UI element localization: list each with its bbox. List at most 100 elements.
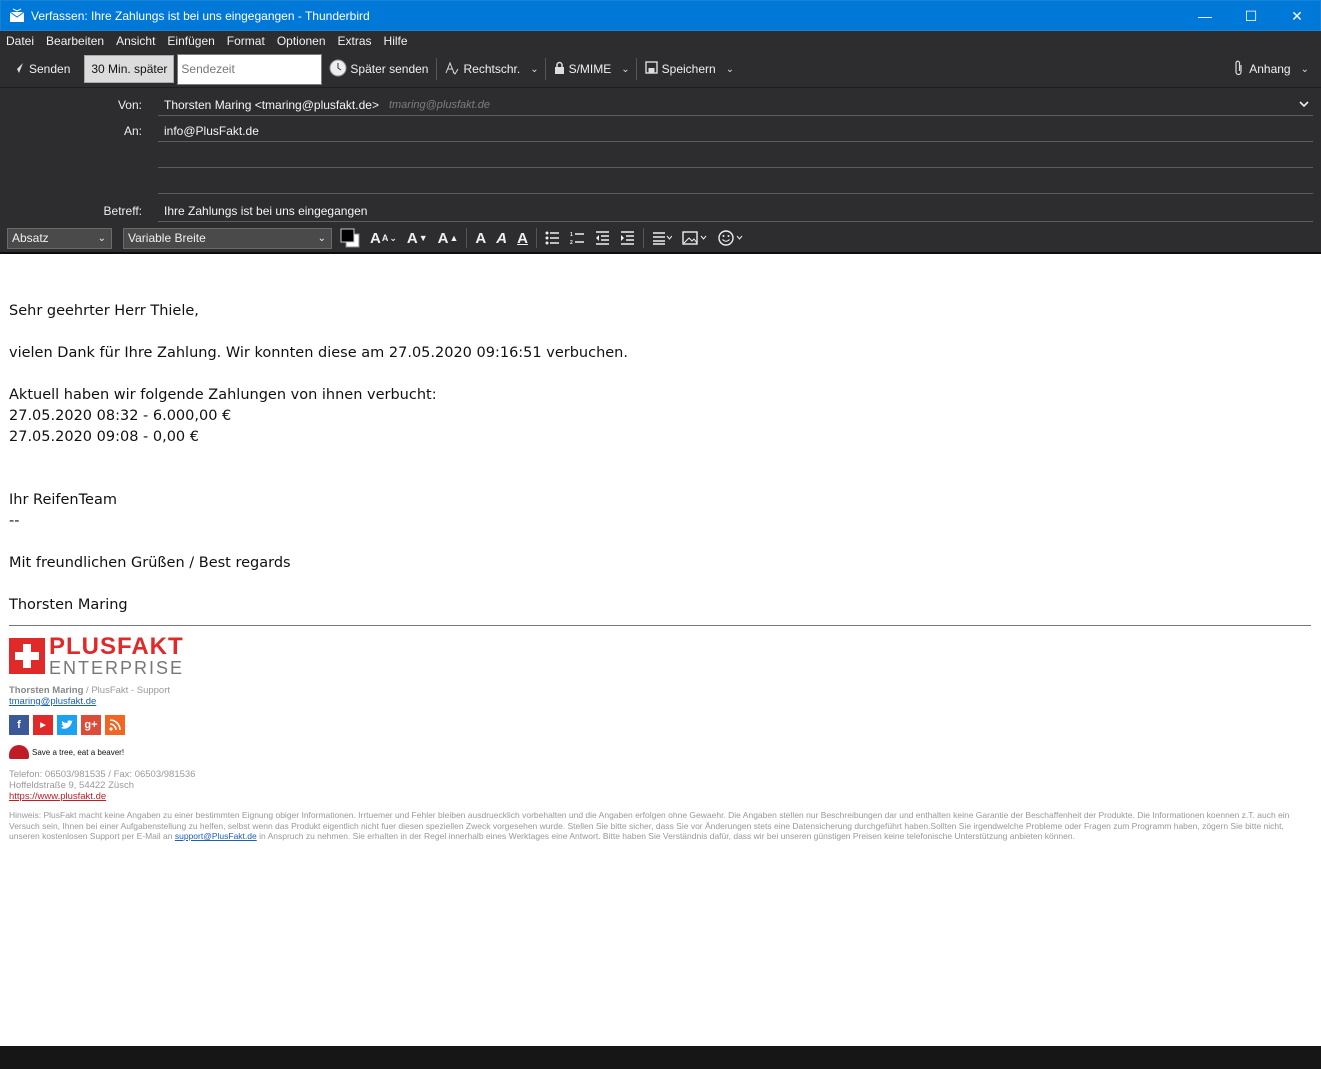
to-label: An: (123, 124, 142, 138)
current-payments-text: Aktuell haben wir folgende Zahlungen von… (9, 387, 437, 403)
attach-button[interactable]: Anhang (1228, 54, 1296, 84)
support-email-link[interactable]: support@PlusFakt.de (175, 831, 257, 841)
subject-row: Betreff: Ihre Zahlungs ist bei uns einge… (0, 200, 1321, 222)
insert-image-icon[interactable] (682, 231, 708, 245)
to-value: info@PlusFakt.de (164, 123, 259, 138)
minimize-button[interactable]: — (1182, 1, 1228, 31)
save-label: Speichern (661, 62, 716, 76)
signature-disclaimer: Hinweis: PlusFakt macht keine Angaben zu… (9, 810, 1294, 842)
clock-icon (328, 58, 348, 81)
from-label: Von: (117, 98, 142, 112)
signature-email-link[interactable]: tmaring@plusfakt.de (9, 696, 96, 707)
italic-icon[interactable]: A (496, 230, 507, 247)
smime-label: S/MIME (568, 62, 612, 76)
outdent-icon[interactable] (595, 231, 610, 245)
menu-datei[interactable]: Datei (6, 34, 34, 48)
maximize-button[interactable]: ☐ (1228, 1, 1274, 31)
spelling-button[interactable]: Rechtschr. (439, 54, 526, 84)
to-input[interactable]: info@PlusFakt.de (158, 120, 1313, 142)
font-select[interactable]: Variable Breite ⌄ (123, 227, 332, 249)
recipient-row-empty (0, 172, 1321, 194)
font-size-icon[interactable]: A A ⌄ (370, 230, 397, 247)
bullet-list-icon[interactable] (545, 231, 560, 245)
smiley-icon[interactable] (718, 230, 746, 246)
later-30-button[interactable]: 30 Min. später (84, 55, 175, 83)
chevron-down-icon (1299, 99, 1309, 111)
menu-hilfe[interactable]: Hilfe (384, 34, 408, 48)
subject-input[interactable]: Ihre Zahlungs ist bei uns eingegangen (158, 200, 1313, 222)
twitter-icon[interactable] (57, 715, 77, 735)
signature-address: Hoffeldstraße 9, 54422 Züsch (9, 780, 134, 791)
format-separator (466, 228, 468, 248)
svg-text:1: 1 (570, 232, 573, 238)
menu-einfuegen[interactable]: Einfügen (167, 34, 214, 48)
recipient-input-empty[interactable] (158, 172, 1313, 194)
font-value: Variable Breite (128, 231, 206, 245)
sender-name: Thorsten Maring (9, 597, 128, 613)
menu-format[interactable]: Format (227, 34, 265, 48)
signature-website-line: https://www.plusfakt.de (9, 791, 1299, 802)
recipient-row-empty (0, 146, 1321, 168)
regards-text: Mit freundlichen Grüßen / Best regards (9, 555, 291, 571)
numbered-list-icon[interactable]: 12 (570, 231, 585, 245)
paperclip-icon (1234, 60, 1243, 79)
spelling-dropdown-icon[interactable]: ⌄ (526, 64, 542, 75)
menu-optionen[interactable]: Optionen (277, 34, 326, 48)
recipient-input-empty[interactable] (158, 146, 1313, 168)
toolbar-separator (635, 58, 637, 80)
attach-dropdown-icon[interactable]: ⌄ (1297, 64, 1313, 75)
from-select[interactable]: Thorsten Maring <tmaring@plusfakt.de> tm… (158, 94, 1313, 116)
signature-person-line: Thorsten Maring / PlusFakt - Support (9, 685, 1299, 696)
menu-ansicht[interactable]: Ansicht (116, 34, 155, 48)
spelling-label: Rechtschr. (463, 62, 521, 76)
youtube-icon[interactable]: ▶ (33, 715, 53, 735)
menu-bearbeiten[interactable]: Bearbeiten (46, 34, 104, 48)
rss-icon[interactable] (105, 715, 125, 735)
to-row: An: info@PlusFakt.de (0, 120, 1321, 142)
logo-top-text: PLUSFAKT (49, 633, 184, 660)
signature-role: / PlusFakt - Support (83, 685, 171, 696)
smime-dropdown-icon[interactable]: ⌄ (617, 64, 633, 75)
smaller-font-icon[interactable]: A ▼ (407, 230, 428, 247)
text-color-icon[interactable] (340, 228, 360, 248)
bold-icon[interactable]: A (475, 230, 486, 247)
format-separator (535, 228, 537, 248)
save-button[interactable]: Speichern (639, 54, 722, 84)
underline-icon[interactable]: A (517, 230, 528, 247)
close-button[interactable]: ✕ (1274, 1, 1320, 31)
payment-line: 27.05.2020 09:08 - 0,00 € (9, 429, 199, 445)
smime-button[interactable]: S/MIME (548, 54, 618, 84)
spellcheck-icon (445, 61, 459, 78)
send-later-button[interactable]: Später senden (322, 54, 434, 84)
compose-header: Von: Thorsten Maring <tmaring@plusfakt.d… (0, 88, 1321, 224)
signature-phone: Telefon: 06503/981535 / Fax: 06503/98153… (9, 769, 196, 780)
status-bar (0, 1046, 1321, 1069)
lock-icon (554, 61, 565, 77)
subject-value: Ihre Zahlungs ist bei uns eingegangen (164, 203, 368, 218)
toolbar-separator (544, 58, 546, 80)
menu-extras[interactable]: Extras (338, 34, 372, 48)
from-hint: tmaring@plusfakt.de (388, 98, 490, 111)
paragraph-select[interactable]: Absatz ⌄ (7, 227, 112, 249)
larger-font-icon[interactable]: A ▲ (438, 230, 459, 247)
beaver-text: Save a tree, eat a beaver! (32, 747, 125, 757)
send-later-label: Später senden (350, 62, 429, 76)
paragraph-value: Absatz (12, 231, 49, 245)
save-icon (644, 61, 658, 77)
align-icon[interactable] (652, 231, 672, 245)
beaver-line: Save a tree, eat a beaver! (9, 745, 1299, 759)
googleplus-icon[interactable]: g+ (81, 715, 101, 735)
indent-icon[interactable] (620, 231, 635, 245)
greeting-text: Sehr geehrter Herr Thiele, (9, 303, 199, 319)
sendtime-input[interactable]: Sendezeit (177, 53, 323, 85)
plusfakt-logo: PLUSFAKT ENTERPRISE (9, 633, 1299, 677)
signature-person: Thorsten Maring (9, 685, 84, 696)
signature-website-link[interactable]: https://www.plusfakt.de (9, 791, 106, 802)
signature-email-line: tmaring@plusfakt.de (9, 696, 1299, 707)
team-text: Ihr ReifenTeam (9, 492, 117, 508)
send-button[interactable]: Senden (6, 54, 76, 84)
compose-toolbar: Senden 30 Min. später Sendezeit Später s… (0, 51, 1321, 88)
save-dropdown-icon[interactable]: ⌄ (722, 64, 738, 75)
facebook-icon[interactable]: f (9, 715, 29, 735)
message-body-editor[interactable]: Sehr geehrter Herr Thiele, vielen Dank f… (0, 254, 1321, 1046)
